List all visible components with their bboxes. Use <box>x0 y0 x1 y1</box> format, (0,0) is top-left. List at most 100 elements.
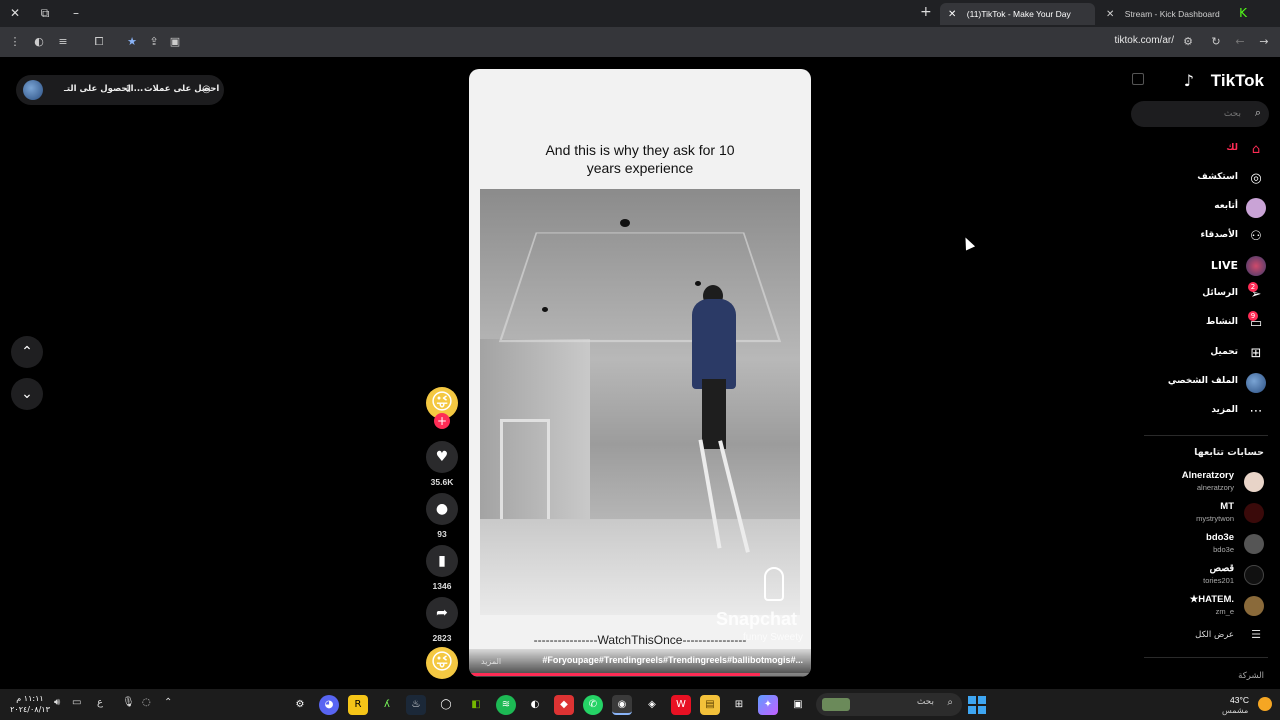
app-icon[interactable]: ʎ <box>377 695 397 715</box>
worker-legs <box>702 379 726 449</box>
like-button[interactable]: ♥ <box>426 441 458 473</box>
tab-tiktok[interactable]: ✕ (11)TikTok - Make Your Day <box>940 3 1095 25</box>
whatsapp-icon[interactable]: ✆ <box>583 695 603 715</box>
task-view-icon[interactable]: ▣ <box>788 695 808 715</box>
following-account[interactable]: bdo3e bdo3e <box>1124 531 1264 559</box>
copilot-icon[interactable]: ✦ <box>758 695 778 715</box>
url-field[interactable]: tiktok.com/ar/ <box>1115 35 1174 46</box>
account-name: bdo3e <box>1206 532 1234 543</box>
file-explorer-icon[interactable]: ▤ <box>700 695 720 715</box>
user-avatar[interactable] <box>23 80 43 100</box>
close-window-icon[interactable]: ✕ <box>5 4 25 22</box>
app-tray-icon[interactable]: ◌ <box>142 697 151 708</box>
tiktok-logo[interactable]: TikTok <box>1211 71 1264 91</box>
tab-kick[interactable]: ✕ Stream - Kick Dashboard <box>1098 3 1248 25</box>
new-tab-button[interactable]: + <box>920 4 932 20</box>
sidebar-item-following[interactable]: أتابعه <box>1126 197 1266 219</box>
previous-video-button[interactable]: ⌃ <box>11 336 43 368</box>
video-player[interactable]: And this is why they ask for 10 years ex… <box>469 69 811 677</box>
clock[interactable]: ١١:١١ م ٢٠٢٤/٠٨/١٣ <box>10 693 50 715</box>
next-video-button[interactable]: ⌄ <box>11 378 43 410</box>
video-frame[interactable] <box>480 189 800 615</box>
sidebar-item-for-you[interactable]: ⌂ لك <box>1126 139 1266 161</box>
discord-icon[interactable]: ◕ <box>319 695 339 715</box>
steam-icon[interactable]: ♨ <box>406 695 426 715</box>
chrome-icon[interactable]: ◉ <box>612 695 632 715</box>
sidebar-item-live[interactable]: LIVE <box>1126 255 1266 277</box>
cast-icon[interactable]: ▣ <box>167 34 183 50</box>
avatar <box>1244 565 1264 585</box>
volume-icon[interactable]: 🔊︎ <box>54 697 60 708</box>
collapse-sidebar-icon[interactable] <box>1132 73 1144 85</box>
app-icon[interactable]: ◈ <box>642 695 662 715</box>
search-icon: ⌕ <box>947 697 953 708</box>
show-hidden-icons[interactable]: ⌃ <box>164 697 172 708</box>
following-account[interactable]: قصص tories201 <box>1124 562 1264 590</box>
sidebar-item-friends[interactable]: ⚇ الأصدقاء <box>1126 226 1266 248</box>
weather-widget[interactable]: 43°C مشمس <box>1212 693 1272 717</box>
display-icon[interactable]: ▭ <box>72 697 81 708</box>
see-all-button[interactable]: عرض الكل ☰ <box>1124 628 1264 644</box>
close-tab-icon[interactable]: ✕ <box>1106 9 1114 20</box>
app-icon[interactable]: ◯ <box>436 695 456 715</box>
more-link[interactable]: المزيد <box>481 657 501 666</box>
nvidia-icon[interactable]: ◧ <box>466 695 486 715</box>
weather-description: مشمس <box>1222 706 1249 715</box>
settings-icon[interactable]: ⚙ <box>290 695 310 715</box>
app-icon[interactable]: ◐ <box>525 695 545 715</box>
menu-dots-icon[interactable]: ⋮ <box>7 34 23 50</box>
account-name: ★HATEM. <box>1189 594 1234 605</box>
language-indicator[interactable]: ع <box>97 697 103 708</box>
back-icon[interactable]: → <box>1256 34 1272 50</box>
share-button[interactable]: ➦ <box>426 597 458 629</box>
extension-icon[interactable]: ◐ <box>31 34 47 50</box>
start-button[interactable] <box>968 696 986 714</box>
sidebar-item-more[interactable]: ⋯ المزيد <box>1126 401 1266 423</box>
bookmark-star-icon[interactable]: ★ <box>124 34 140 50</box>
follow-button[interactable]: + <box>434 413 450 429</box>
app-icon[interactable]: W <box>671 695 691 715</box>
reload-icon[interactable]: ↻ <box>1208 34 1224 50</box>
following-account[interactable]: Alneratzory alneratzory <box>1124 469 1264 497</box>
share-icon[interactable]: ⇪ <box>146 34 162 50</box>
sidebar-item-profile[interactable]: الملف الشخصي <box>1126 372 1266 394</box>
coin-icon: ◎ <box>202 84 211 95</box>
search-box[interactable]: ⌕ <box>1131 101 1269 127</box>
get-app-link[interactable]: الحصول على التـ... <box>64 84 143 94</box>
sidebar-item-explore[interactable]: ◎ استكشف <box>1126 168 1266 190</box>
save-button[interactable]: ▮ <box>426 545 458 577</box>
account-handle: tories201 <box>1203 576 1234 585</box>
comment-button[interactable]: ● <box>426 493 458 525</box>
spotify-icon[interactable]: ≋ <box>496 695 516 715</box>
divider <box>1144 657 1268 658</box>
weather-temperature: 43°C <box>1230 695 1249 705</box>
restore-window-icon[interactable]: ⧉ <box>35 4 55 22</box>
promo-pill: الحصول على التـ... ▯ احصل على عملات ◎ <box>16 75 224 105</box>
forward-icon[interactable]: ← <box>1232 34 1248 50</box>
reading-list-icon[interactable]: ≡ <box>55 34 71 50</box>
company-link[interactable]: الشركة <box>1238 671 1264 681</box>
home-icon: ⌂ <box>1251 142 1261 157</box>
extensions-puzzle-icon[interactable]: ⧠ <box>91 34 107 50</box>
kick-icon: K <box>1239 6 1247 20</box>
search-icon[interactable]: ⌕ <box>1255 106 1261 120</box>
search-input[interactable] <box>1141 105 1241 123</box>
video-progress-bar[interactable] <box>469 673 811 676</box>
following-account[interactable]: MT mystrytwon <box>1124 500 1264 528</box>
site-settings-icon[interactable]: ⚙ <box>1180 34 1196 50</box>
microphone-icon[interactable]: 🎙︎ <box>122 697 135 708</box>
sidebar-item-messages[interactable]: ➢ 2 الرسائل <box>1126 282 1266 306</box>
music-disc-icon[interactable]: 😜 <box>426 647 458 679</box>
save-count: 1346 <box>432 581 452 591</box>
video-hashtags[interactable]: #Foryoupage#Trendingreels#Trendingreels#… <box>542 655 803 665</box>
minimize-window-icon[interactable]: – <box>66 4 86 22</box>
close-tab-icon[interactable]: ✕ <box>948 9 956 20</box>
following-account[interactable]: ★HATEM. zm_e <box>1124 593 1264 621</box>
sidebar-item-upload[interactable]: ⊞ تحميل <box>1126 343 1266 365</box>
rockstar-icon[interactable]: R <box>348 695 368 715</box>
app-icon[interactable]: ◆ <box>554 695 574 715</box>
avatar <box>1244 596 1264 616</box>
sidebar-item-activity[interactable]: ▭ 9 النشاط <box>1126 311 1266 335</box>
store-icon[interactable]: ⊞ <box>729 695 749 715</box>
taskbar-search[interactable]: بحث ⌕ <box>816 693 962 716</box>
